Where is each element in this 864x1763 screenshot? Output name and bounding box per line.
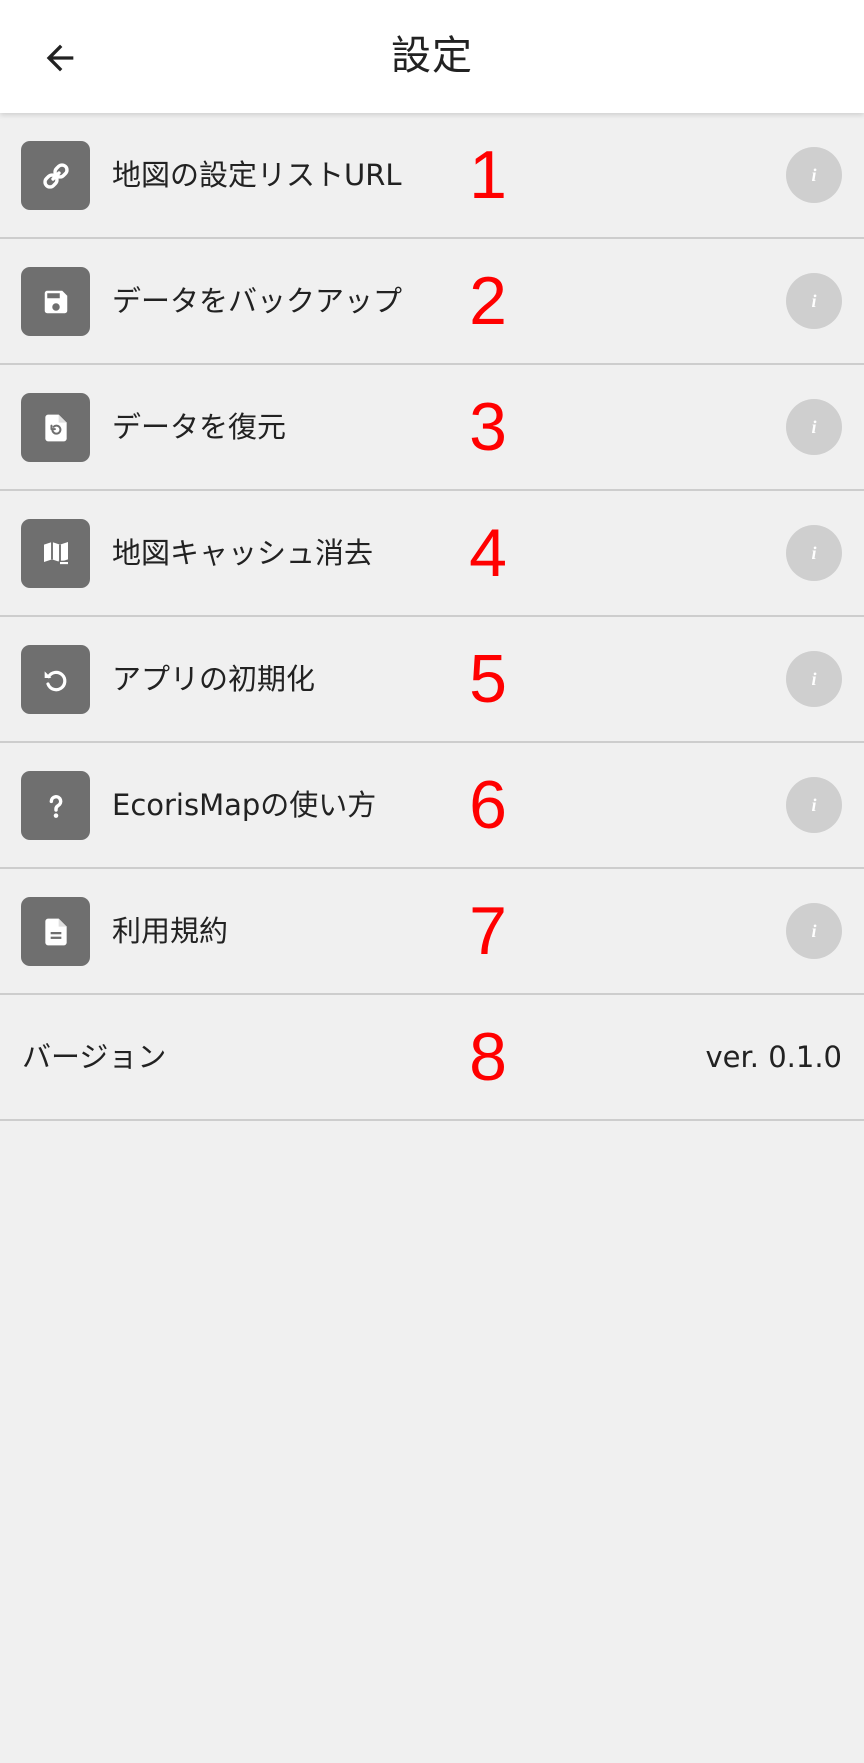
info-button[interactable]: i (786, 903, 842, 959)
settings-item-reset-app[interactable]: アプリの初期化 5 i (0, 617, 864, 743)
info-icon: i (811, 417, 817, 437)
settings-item-restore[interactable]: データを復元 3 i (0, 365, 864, 491)
settings-list: 地図の設定リストURL 1 i データをバックアップ 2 i データを復元 3 … (0, 113, 864, 1121)
info-icon: i (811, 795, 817, 815)
settings-item-label: データを復元 (112, 410, 287, 444)
info-button[interactable]: i (786, 777, 842, 833)
annotation-number: 6 (469, 767, 507, 843)
document-icon (21, 897, 90, 966)
settings-item-label: 地図の設定リストURL (112, 158, 402, 192)
info-button[interactable]: i (786, 273, 842, 329)
settings-item-label: EcorisMapの使い方 (112, 788, 377, 822)
version-value: ver. 0.1.0 (705, 1040, 843, 1074)
save-icon (21, 267, 90, 336)
settings-item-map-list-url[interactable]: 地図の設定リストURL 1 i (0, 113, 864, 239)
annotation-number: 3 (469, 389, 507, 465)
annotation-number: 4 (469, 515, 507, 591)
settings-item-how-to-use[interactable]: EcorisMapの使い方 6 i (0, 743, 864, 869)
info-button[interactable]: i (786, 651, 842, 707)
restore-file-icon (21, 393, 90, 462)
settings-item-label: 利用規約 (112, 914, 229, 948)
info-button[interactable]: i (786, 399, 842, 455)
link-icon (21, 141, 90, 210)
info-button[interactable]: i (786, 147, 842, 203)
app-header: 設定 (0, 0, 864, 113)
map-icon (21, 519, 90, 588)
info-icon: i (811, 165, 817, 185)
info-button[interactable]: i (786, 525, 842, 581)
settings-item-label: データをバックアップ (112, 284, 403, 318)
settings-item-version: バージョン 8 ver. 0.1.0 (0, 995, 864, 1121)
annotation-number: 2 (469, 263, 507, 339)
version-label: バージョン (22, 1040, 167, 1074)
annotation-number: 5 (469, 641, 507, 717)
settings-item-label: 地図キャッシュ消去 (112, 536, 374, 570)
annotation-number: 8 (469, 1019, 507, 1095)
reset-icon (21, 645, 90, 714)
info-icon: i (811, 543, 817, 563)
settings-item-label: アプリの初期化 (112, 662, 316, 696)
page-title: 設定 (391, 33, 473, 79)
info-icon: i (811, 291, 817, 311)
info-icon: i (811, 669, 817, 689)
annotation-number: 1 (469, 137, 507, 213)
annotation-number: 7 (469, 893, 507, 969)
info-icon: i (811, 921, 817, 941)
settings-item-clear-map-cache[interactable]: 地図キャッシュ消去 4 i (0, 491, 864, 617)
settings-item-backup[interactable]: データをバックアップ 2 i (0, 239, 864, 365)
settings-item-terms-of-use[interactable]: 利用規約 7 i (0, 869, 864, 995)
question-icon (21, 771, 90, 840)
